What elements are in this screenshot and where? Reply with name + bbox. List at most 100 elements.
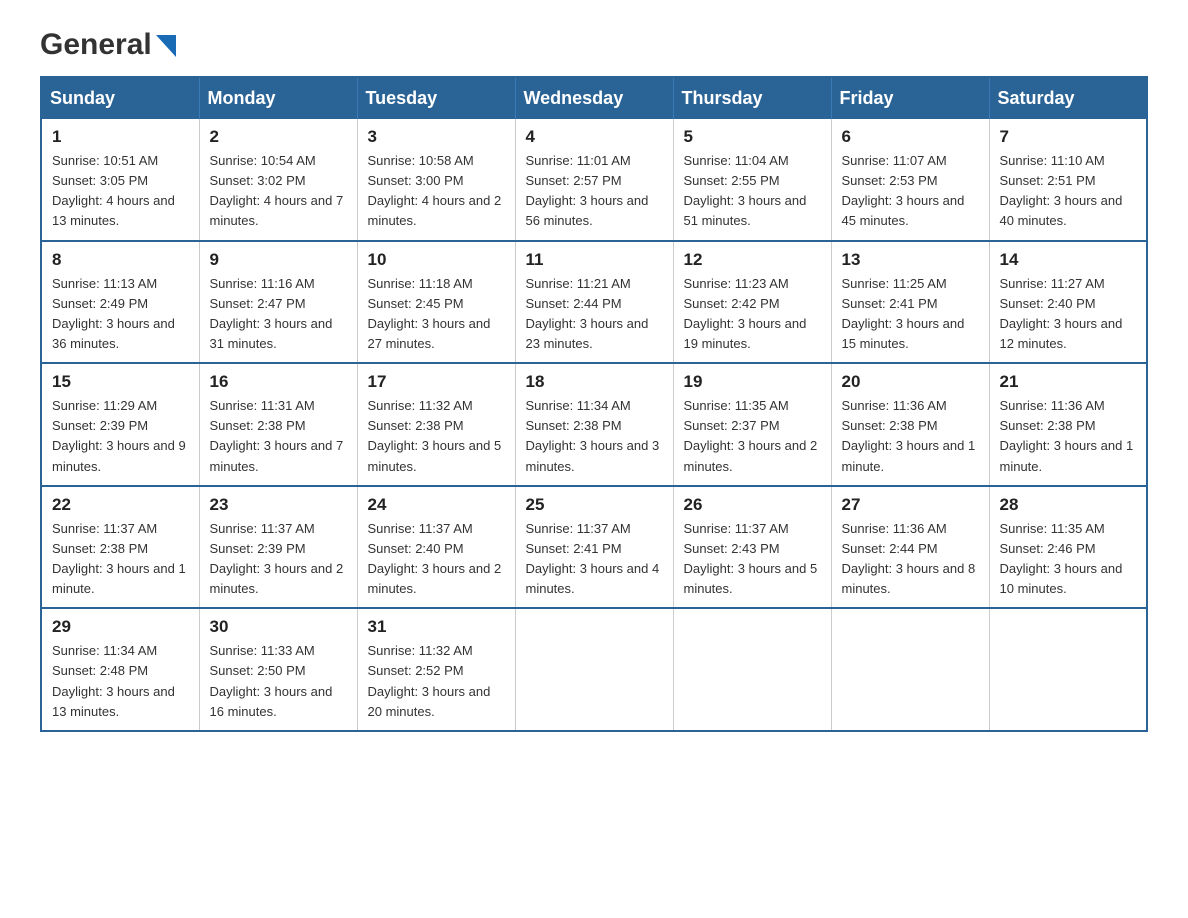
day-info: Sunrise: 10:54 AMSunset: 3:02 PMDaylight… — [210, 151, 347, 232]
logo-general: General — [40, 30, 152, 60]
day-number: 8 — [52, 250, 189, 270]
calendar-cell: 5 Sunrise: 11:04 AMSunset: 2:55 PMDaylig… — [673, 119, 831, 241]
calendar-cell: 14 Sunrise: 11:27 AMSunset: 2:40 PMDayli… — [989, 241, 1147, 364]
day-info: Sunrise: 11:21 AMSunset: 2:44 PMDaylight… — [526, 274, 663, 355]
day-number: 23 — [210, 495, 347, 515]
calendar-cell — [989, 608, 1147, 731]
day-info: Sunrise: 11:32 AMSunset: 2:38 PMDaylight… — [368, 396, 505, 477]
calendar-cell: 6 Sunrise: 11:07 AMSunset: 2:53 PMDaylig… — [831, 119, 989, 241]
day-info: Sunrise: 11:25 AMSunset: 2:41 PMDaylight… — [842, 274, 979, 355]
day-number: 3 — [368, 127, 505, 147]
day-info: Sunrise: 11:01 AMSunset: 2:57 PMDaylight… — [526, 151, 663, 232]
day-number: 4 — [526, 127, 663, 147]
day-number: 28 — [1000, 495, 1137, 515]
calendar-cell: 4 Sunrise: 11:01 AMSunset: 2:57 PMDaylig… — [515, 119, 673, 241]
calendar-cell — [515, 608, 673, 731]
day-number: 21 — [1000, 372, 1137, 392]
day-info: Sunrise: 10:51 AMSunset: 3:05 PMDaylight… — [52, 151, 189, 232]
calendar-cell: 2 Sunrise: 10:54 AMSunset: 3:02 PMDaylig… — [199, 119, 357, 241]
calendar-cell: 12 Sunrise: 11:23 AMSunset: 2:42 PMDayli… — [673, 241, 831, 364]
day-number: 20 — [842, 372, 979, 392]
day-number: 15 — [52, 372, 189, 392]
calendar-header-sunday: Sunday — [41, 77, 199, 119]
day-number: 2 — [210, 127, 347, 147]
day-info: Sunrise: 11:37 AMSunset: 2:43 PMDaylight… — [684, 519, 821, 600]
logo-arrow-icon — [154, 35, 176, 57]
calendar-cell: 28 Sunrise: 11:35 AMSunset: 2:46 PMDayli… — [989, 486, 1147, 609]
day-number: 29 — [52, 617, 189, 637]
calendar-cell — [831, 608, 989, 731]
calendar-cell: 31 Sunrise: 11:32 AMSunset: 2:52 PMDayli… — [357, 608, 515, 731]
calendar-cell: 18 Sunrise: 11:34 AMSunset: 2:38 PMDayli… — [515, 363, 673, 486]
calendar-cell: 30 Sunrise: 11:33 AMSunset: 2:50 PMDayli… — [199, 608, 357, 731]
day-number: 26 — [684, 495, 821, 515]
calendar-cell: 1 Sunrise: 10:51 AMSunset: 3:05 PMDaylig… — [41, 119, 199, 241]
day-info: Sunrise: 11:16 AMSunset: 2:47 PMDaylight… — [210, 274, 347, 355]
page-header: General — [40, 30, 1148, 56]
day-number: 19 — [684, 372, 821, 392]
day-info: Sunrise: 11:35 AMSunset: 2:46 PMDaylight… — [1000, 519, 1137, 600]
calendar-week-5: 29 Sunrise: 11:34 AMSunset: 2:48 PMDayli… — [41, 608, 1147, 731]
day-info: Sunrise: 11:37 AMSunset: 2:40 PMDaylight… — [368, 519, 505, 600]
day-number: 25 — [526, 495, 663, 515]
day-info: Sunrise: 11:36 AMSunset: 2:44 PMDaylight… — [842, 519, 979, 600]
day-info: Sunrise: 11:33 AMSunset: 2:50 PMDaylight… — [210, 641, 347, 722]
calendar-week-3: 15 Sunrise: 11:29 AMSunset: 2:39 PMDayli… — [41, 363, 1147, 486]
calendar-cell: 7 Sunrise: 11:10 AMSunset: 2:51 PMDaylig… — [989, 119, 1147, 241]
day-number: 27 — [842, 495, 979, 515]
calendar-header-saturday: Saturday — [989, 77, 1147, 119]
calendar-week-2: 8 Sunrise: 11:13 AMSunset: 2:49 PMDaylig… — [41, 241, 1147, 364]
calendar-cell: 25 Sunrise: 11:37 AMSunset: 2:41 PMDayli… — [515, 486, 673, 609]
calendar-header-row: SundayMondayTuesdayWednesdayThursdayFrid… — [41, 77, 1147, 119]
day-number: 17 — [368, 372, 505, 392]
day-info: Sunrise: 11:27 AMSunset: 2:40 PMDaylight… — [1000, 274, 1137, 355]
calendar-cell: 13 Sunrise: 11:25 AMSunset: 2:41 PMDayli… — [831, 241, 989, 364]
calendar-body: 1 Sunrise: 10:51 AMSunset: 3:05 PMDaylig… — [41, 119, 1147, 731]
calendar-cell: 16 Sunrise: 11:31 AMSunset: 2:38 PMDayli… — [199, 363, 357, 486]
calendar-header-wednesday: Wednesday — [515, 77, 673, 119]
day-info: Sunrise: 11:34 AMSunset: 2:38 PMDaylight… — [526, 396, 663, 477]
calendar-cell: 15 Sunrise: 11:29 AMSunset: 2:39 PMDayli… — [41, 363, 199, 486]
day-info: Sunrise: 11:36 AMSunset: 2:38 PMDaylight… — [842, 396, 979, 477]
day-number: 11 — [526, 250, 663, 270]
day-number: 22 — [52, 495, 189, 515]
calendar-cell: 9 Sunrise: 11:16 AMSunset: 2:47 PMDaylig… — [199, 241, 357, 364]
day-info: Sunrise: 11:13 AMSunset: 2:49 PMDaylight… — [52, 274, 189, 355]
calendar-cell: 3 Sunrise: 10:58 AMSunset: 3:00 PMDaylig… — [357, 119, 515, 241]
day-info: Sunrise: 11:10 AMSunset: 2:51 PMDaylight… — [1000, 151, 1137, 232]
calendar-cell: 21 Sunrise: 11:36 AMSunset: 2:38 PMDayli… — [989, 363, 1147, 486]
day-info: Sunrise: 11:32 AMSunset: 2:52 PMDaylight… — [368, 641, 505, 722]
day-info: Sunrise: 11:37 AMSunset: 2:41 PMDaylight… — [526, 519, 663, 600]
calendar-cell: 8 Sunrise: 11:13 AMSunset: 2:49 PMDaylig… — [41, 241, 199, 364]
day-number: 6 — [842, 127, 979, 147]
calendar-cell: 29 Sunrise: 11:34 AMSunset: 2:48 PMDayli… — [41, 608, 199, 731]
calendar-header-tuesday: Tuesday — [357, 77, 515, 119]
day-number: 9 — [210, 250, 347, 270]
day-number: 5 — [684, 127, 821, 147]
day-info: Sunrise: 11:04 AMSunset: 2:55 PMDaylight… — [684, 151, 821, 232]
calendar-cell: 27 Sunrise: 11:36 AMSunset: 2:44 PMDayli… — [831, 486, 989, 609]
day-info: Sunrise: 11:35 AMSunset: 2:37 PMDaylight… — [684, 396, 821, 477]
day-number: 10 — [368, 250, 505, 270]
calendar-table: SundayMondayTuesdayWednesdayThursdayFrid… — [40, 76, 1148, 732]
day-info: Sunrise: 11:07 AMSunset: 2:53 PMDaylight… — [842, 151, 979, 232]
day-number: 1 — [52, 127, 189, 147]
day-number: 30 — [210, 617, 347, 637]
logo: General — [40, 30, 176, 56]
day-number: 18 — [526, 372, 663, 392]
day-number: 7 — [1000, 127, 1137, 147]
day-number: 14 — [1000, 250, 1137, 270]
day-info: Sunrise: 11:29 AMSunset: 2:39 PMDaylight… — [52, 396, 189, 477]
day-info: Sunrise: 10:58 AMSunset: 3:00 PMDaylight… — [368, 151, 505, 232]
calendar-week-4: 22 Sunrise: 11:37 AMSunset: 2:38 PMDayli… — [41, 486, 1147, 609]
day-number: 13 — [842, 250, 979, 270]
calendar-cell: 26 Sunrise: 11:37 AMSunset: 2:43 PMDayli… — [673, 486, 831, 609]
calendar-header-friday: Friday — [831, 77, 989, 119]
calendar-cell: 22 Sunrise: 11:37 AMSunset: 2:38 PMDayli… — [41, 486, 199, 609]
day-info: Sunrise: 11:37 AMSunset: 2:39 PMDaylight… — [210, 519, 347, 600]
calendar-cell: 24 Sunrise: 11:37 AMSunset: 2:40 PMDayli… — [357, 486, 515, 609]
day-number: 31 — [368, 617, 505, 637]
day-info: Sunrise: 11:34 AMSunset: 2:48 PMDaylight… — [52, 641, 189, 722]
day-info: Sunrise: 11:36 AMSunset: 2:38 PMDaylight… — [1000, 396, 1137, 477]
day-number: 16 — [210, 372, 347, 392]
